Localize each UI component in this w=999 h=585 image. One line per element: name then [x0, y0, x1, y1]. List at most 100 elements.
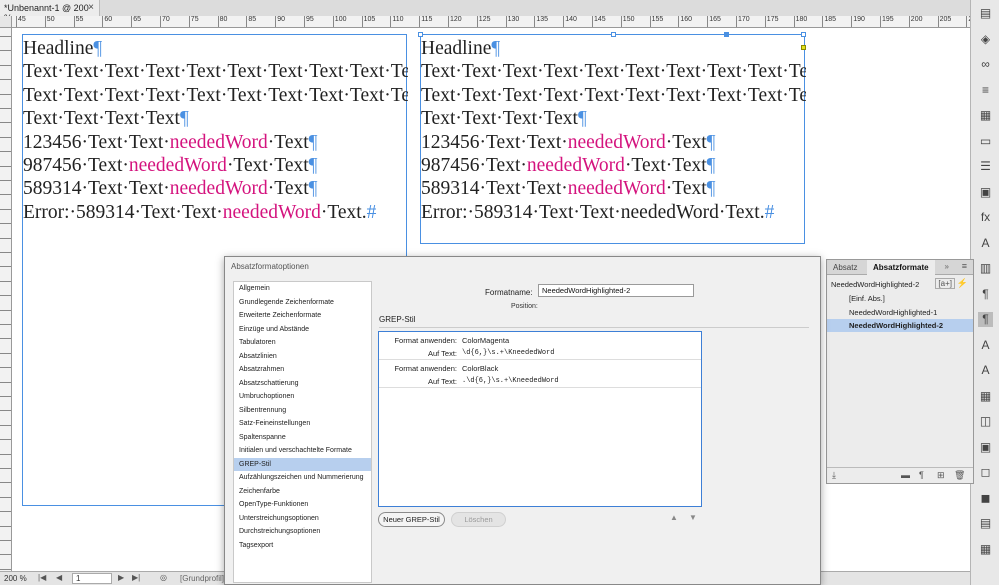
gradient-icon[interactable]: ▭: [978, 134, 993, 149]
stroke-icon[interactable]: ≡: [978, 83, 993, 98]
trash-icon[interactable]: 🗑: [954, 470, 965, 481]
text-wrap-icon[interactable]: ▣: [978, 185, 993, 200]
category-item[interactable]: Grundlegende Zeichenformate: [234, 296, 371, 310]
category-item[interactable]: Umbruchoptionen: [234, 390, 371, 404]
category-item[interactable]: Silbentrennung: [234, 404, 371, 418]
pathfinder-icon[interactable]: ◼: [978, 491, 993, 506]
move-up-icon[interactable]: ▲: [670, 513, 678, 522]
category-item[interactable]: OpenType-Funktionen: [234, 498, 371, 512]
info-icon[interactable]: ◻: [978, 465, 993, 480]
ruler-tick: 205: [937, 16, 951, 27]
format-name-input[interactable]: NeededWordHighlighted-2: [538, 284, 694, 297]
category-item[interactable]: Aufzählungszeichen und Nummerierung: [234, 471, 371, 485]
corner-options-handle[interactable]: [801, 45, 806, 50]
apply-style-value[interactable]: ColorBlack: [462, 364, 498, 373]
text-frame-content[interactable]: Headline¶ Text·Text·Text·Text·Text·Text·T…: [23, 37, 408, 224]
hidden-character: #: [764, 201, 775, 223]
ruler-tick: 190: [851, 16, 865, 27]
grep-expression[interactable]: \d{6,}\s.+\KneededWord: [462, 349, 554, 357]
move-down-icon[interactable]: ▼: [689, 513, 697, 522]
horizontal-ruler[interactable]: 45 50 55 60 65 70 75 80 85 90 95 100 105 110 115 120 125…: [12, 16, 970, 28]
last-page-icon[interactable]: ▶|: [132, 573, 140, 582]
tab-absatzformate[interactable]: Absatzformate: [867, 260, 935, 275]
character-icon[interactable]: A: [978, 338, 993, 353]
category-item[interactable]: Absatzlinien: [234, 350, 371, 364]
new-grep-style-button[interactable]: Neuer GREP-Stil: [378, 512, 445, 527]
grep-style-entry[interactable]: Format anwenden: ColorBlack Auf Text: .\d{6…: [379, 360, 701, 388]
page-number-field[interactable]: 1: [72, 573, 112, 584]
clear-overrides-icon[interactable]: ¶: [919, 470, 924, 480]
paragraph-icon[interactable]: ¶: [978, 287, 993, 302]
new-style-icon[interactable]: ⊞: [937, 470, 945, 481]
dialog-title[interactable]: Absatzformatoptionen: [225, 257, 820, 276]
category-item[interactable]: Unterstreichungsoptionen: [234, 512, 371, 526]
tables-icon[interactable]: ▦: [978, 389, 993, 404]
ruler-tick: [0, 64, 11, 66]
category-item[interactable]: Satz-Feineinstellungen: [234, 417, 371, 431]
grep-style-list[interactable]: Format anwenden: ColorMagenta Auf Text: \d{…: [378, 331, 702, 507]
glyphs-icon[interactable]: A: [978, 363, 993, 378]
effects-icon[interactable]: fx: [978, 210, 993, 225]
object-styles-icon[interactable]: ▣: [978, 440, 993, 455]
ruler-label: 155: [651, 16, 664, 23]
category-item[interactable]: Zeichenfarbe: [234, 485, 371, 499]
frame-handle[interactable]: [418, 32, 423, 37]
layers-icon[interactable]: ◈: [978, 32, 993, 47]
frame-handle[interactable]: [611, 32, 616, 37]
style-list-item[interactable]: NeededWordHighlighted-1: [827, 306, 973, 319]
pages-icon[interactable]: ▤: [978, 6, 993, 21]
category-item[interactable]: Initialen und verschachtelte Formate: [234, 444, 371, 458]
category-item[interactable]: Spaltenspanne: [234, 431, 371, 445]
text-run: Text·Text·Text·Text·Text·Text·Text·Text·…: [421, 84, 806, 106]
vertical-ruler[interactable]: [0, 28, 12, 571]
links-icon[interactable]: ∞: [978, 57, 993, 72]
style-list-item[interactable]: [Einf. Abs.]: [827, 292, 973, 305]
tab-absatz[interactable]: Absatz: [827, 260, 863, 275]
previous-page-icon[interactable]: ◀: [56, 573, 62, 582]
character-styles-icon[interactable]: A: [978, 236, 993, 251]
table-styles-icon[interactable]: ▦: [978, 542, 993, 557]
text-run: Text·Text·Text·Text·Text·Text·Text·Text·…: [23, 61, 408, 83]
category-item[interactable]: Einzüge und Abstände: [234, 323, 371, 337]
category-item[interactable]: Absatzrahmen: [234, 363, 371, 377]
text-line: Text·Text·Text·Text·Text·Text·Text·Text·…: [421, 84, 806, 107]
category-item[interactable]: Tagsexport: [234, 539, 371, 553]
lightning-icon[interactable]: ⚡: [957, 278, 968, 289]
text-frame-content[interactable]: Headline¶ Text·Text·Text·Text·Text·Text·T…: [421, 37, 806, 224]
collapse-icon[interactable]: »: [945, 262, 949, 271]
category-item[interactable]: Allgemein: [234, 282, 371, 296]
hidden-character: ¶: [706, 178, 716, 200]
swatches-icon[interactable]: ▦: [978, 108, 993, 123]
style-list-item[interactable]: NeededWordHighlighted-2: [827, 319, 973, 332]
apply-style-value[interactable]: ColorMagenta: [462, 336, 509, 345]
panel-menu-icon[interactable]: ≡: [962, 261, 967, 271]
new-style-from-selection-icon[interactable]: [a+]: [935, 278, 955, 289]
frame-handle[interactable]: [801, 32, 806, 37]
folder-icon[interactable]: ▬: [901, 470, 910, 480]
category-item[interactable]: Absatzschattierung: [234, 377, 371, 391]
category-item[interactable]: GREP-Stil: [234, 457, 371, 471]
next-page-icon[interactable]: ▶: [118, 573, 124, 582]
category-item[interactable]: Tabulatoren: [234, 336, 371, 350]
preflight-icon[interactable]: ◎: [160, 573, 167, 582]
in-port-handle[interactable]: [724, 32, 729, 37]
load-styles-icon[interactable]: ⤓: [832, 470, 836, 481]
paragraph-styles-icon[interactable]: ¶: [978, 312, 993, 327]
delete-grep-style-button[interactable]: Löschen: [451, 512, 506, 527]
grep-expression[interactable]: .\d{6,}\s.+\KneededWord: [462, 377, 559, 385]
paragraph-styles-panel: Absatz Absatzformate » ≡ NeededWordHighl…: [826, 259, 974, 484]
first-page-icon[interactable]: |◀: [38, 573, 46, 582]
text-frame-right[interactable]: Headline¶ Text·Text·Text·Text·Text·Text·T…: [418, 32, 806, 244]
table-icon[interactable]: ▥: [978, 261, 993, 276]
grep-style-entry[interactable]: Format anwenden: ColorMagenta Auf Text: \d{…: [379, 332, 701, 360]
cc-libraries-icon[interactable]: ◫: [978, 414, 993, 429]
category-item[interactable]: Erweiterte Zeichenformate: [234, 309, 371, 323]
zoom-level[interactable]: 200 %: [4, 574, 27, 583]
ruler-tick: 100: [332, 16, 346, 27]
document-tab[interactable]: *Unbenannt-1 @ 200 % ×: [0, 0, 100, 23]
ruler-origin[interactable]: [0, 16, 12, 28]
close-icon[interactable]: ×: [88, 2, 94, 13]
cell-styles-icon[interactable]: ▤: [978, 516, 993, 531]
category-item[interactable]: Durchstreichungsoptionen: [234, 525, 371, 539]
align-icon[interactable]: ☰: [978, 159, 993, 174]
